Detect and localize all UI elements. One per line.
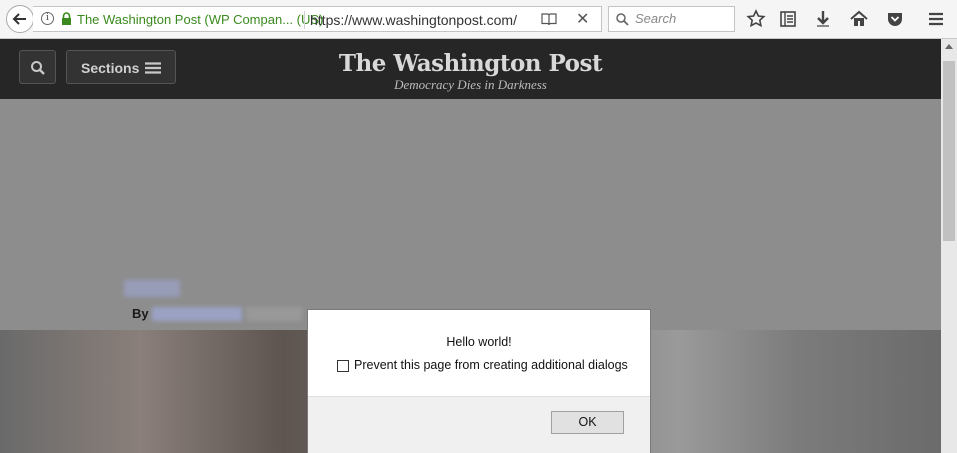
search-icon — [616, 13, 629, 26]
blurred-author — [152, 307, 242, 321]
menu-icon[interactable] — [926, 9, 946, 29]
reading-list-icon[interactable] — [778, 9, 798, 29]
info-icon[interactable]: i — [41, 12, 54, 25]
url-bar[interactable]: i The Washington Post (WP Compan... (US)… — [33, 6, 602, 32]
byline-prefix: By — [132, 306, 149, 321]
browser-toolbar: i The Washington Post (WP Compan... (US)… — [0, 0, 957, 39]
close-icon[interactable]: ✕ — [576, 9, 589, 29]
back-arrow-icon — [12, 13, 26, 25]
dialog-message: Hello world! — [446, 335, 512, 349]
back-button[interactable] — [6, 5, 34, 33]
home-icon[interactable] — [849, 9, 869, 29]
url-text[interactable]: https://www.washingtonpost.com/ — [310, 12, 520, 28]
search-bar[interactable] — [608, 6, 735, 32]
site-identity[interactable]: The Washington Post (WP Compan... (US) — [77, 12, 323, 27]
search-input[interactable] — [635, 11, 730, 26]
ok-button[interactable]: OK — [551, 411, 624, 434]
dialog-footer: OK — [308, 396, 650, 453]
site-logo[interactable]: The Washington Post — [0, 50, 941, 77]
url-divider — [304, 11, 305, 29]
lock-icon — [62, 12, 71, 25]
scrollbar-thumb[interactable] — [943, 61, 955, 241]
blurred-date — [246, 307, 302, 321]
prevent-dialogs-label[interactable]: Prevent this page from creating addition… — [354, 358, 628, 372]
star-icon[interactable] — [746, 9, 766, 29]
blurred-kicker — [124, 280, 180, 297]
chevron-up-icon[interactable] — [945, 43, 953, 49]
site-tagline: Democracy Dies in Darkness — [394, 77, 547, 92]
download-icon[interactable] — [813, 9, 833, 29]
prevent-dialogs-checkbox[interactable] — [337, 360, 349, 372]
alert-dialog: Hello world! Prevent this page from crea… — [307, 309, 651, 453]
reader-view-icon[interactable] — [541, 13, 557, 26]
pocket-icon[interactable] — [885, 9, 905, 29]
